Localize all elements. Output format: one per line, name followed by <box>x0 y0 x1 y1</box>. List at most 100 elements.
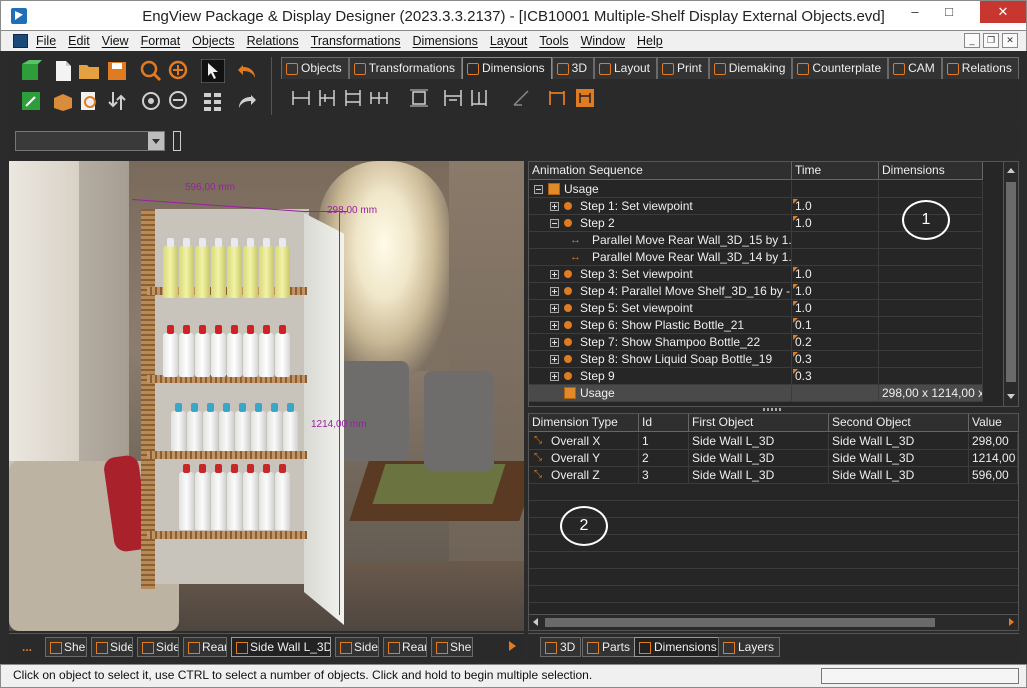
tab-relations[interactable]: Relations <box>941 57 1019 79</box>
animation-row[interactable]: Step 7: Show Shampoo Bottle_22 0.2 <box>529 334 983 351</box>
time-cell[interactable]: 0.3 <box>792 351 879 368</box>
tab-3d[interactable]: 3D <box>551 57 594 79</box>
animation-scrollbar[interactable] <box>1003 162 1018 406</box>
tab-side[interactable]: Side <box>91 637 133 657</box>
redo-icon[interactable] <box>235 89 259 113</box>
menu-window[interactable]: Window <box>581 34 632 48</box>
column-dimension-type[interactable]: Dimension Type <box>529 414 639 432</box>
more-tabs-button[interactable]: ... <box>13 637 41 657</box>
preview-icon[interactable] <box>77 89 101 113</box>
column-id[interactable]: Id <box>639 414 689 432</box>
menu-file[interactable]: File <box>36 34 63 48</box>
tab-3d-panel[interactable]: 3D <box>540 637 582 657</box>
time-cell[interactable]: 1.0 <box>792 198 879 215</box>
column-first-object[interactable]: First Object <box>689 414 829 432</box>
tab-layers[interactable]: Layers <box>718 637 781 657</box>
tab-side[interactable]: Side <box>137 637 179 657</box>
tab-counterplate[interactable]: Counterplate <box>792 57 889 79</box>
dimensions-hscrollbar[interactable] <box>529 614 1018 630</box>
zoom-icon[interactable] <box>139 59 163 83</box>
expand-icon[interactable] <box>550 338 559 347</box>
next-tab-icon[interactable] <box>509 641 516 651</box>
zoom-out-icon[interactable] <box>167 89 191 113</box>
expand-icon[interactable] <box>550 321 559 330</box>
scroll-thumb[interactable] <box>1006 182 1016 382</box>
tab-side[interactable]: Side <box>335 637 379 657</box>
minimize-button[interactable]: – <box>900 1 930 23</box>
vertical-dimension-icon[interactable] <box>317 88 337 108</box>
menu-objects[interactable]: Objects <box>192 34 241 48</box>
tab-objects[interactable]: Objects <box>281 57 349 79</box>
menu-transformations[interactable]: Transformations <box>311 34 408 48</box>
menu-format[interactable]: Format <box>141 34 188 48</box>
tab-rear[interactable]: Rear <box>383 637 427 657</box>
baseline-dimension-icon[interactable] <box>443 88 463 108</box>
overall-dimension-icon[interactable] <box>409 88 429 108</box>
table-row[interactable]: ⤡ Overall Y 2 Side Wall L_3D Side Wall L_3D 1… <box>529 450 1018 467</box>
liquid-soap-bottles[interactable] <box>179 464 290 530</box>
animation-row[interactable]: Usage <box>529 181 983 198</box>
scroll-right-icon[interactable] <box>1009 618 1014 626</box>
document-icon[interactable] <box>13 34 28 48</box>
time-cell[interactable]: 0.1 <box>792 317 879 334</box>
horizontal-dimension-icon[interactable] <box>291 88 311 108</box>
parallel-dimension-icon[interactable] <box>343 88 363 108</box>
select-pointer-icon[interactable] <box>201 59 225 83</box>
3d-dimension-icon[interactable] <box>547 88 567 108</box>
save-icon[interactable] <box>105 59 129 83</box>
chain-dimension-icon[interactable] <box>369 88 389 108</box>
scroll-down-icon[interactable] <box>1007 394 1015 399</box>
time-cell[interactable]: 0.2 <box>792 334 879 351</box>
expand-icon[interactable] <box>550 355 559 364</box>
table-row[interactable]: ⤡ Overall X 1 Side Wall L_3D Side Wall L_3D 2… <box>529 433 1018 450</box>
tab-rear[interactable]: Rear <box>183 637 227 657</box>
expand-icon[interactable] <box>550 304 559 313</box>
table-row[interactable]: ⤡ Overall Z 3 Side Wall L_3D Side Wall L_3D 5… <box>529 467 1018 484</box>
animation-row[interactable]: Step 3: Set viewpoint 1.0 <box>529 266 983 283</box>
swap-icon[interactable] <box>105 89 129 113</box>
height-dimension-line[interactable] <box>339 213 340 615</box>
mdi-close-button[interactable]: ✕ <box>1002 33 1018 48</box>
expand-icon[interactable] <box>550 372 559 381</box>
column-value[interactable]: Value <box>969 414 1018 432</box>
time-cell[interactable] <box>792 249 879 266</box>
expand-icon[interactable] <box>550 202 559 211</box>
menu-layout[interactable]: Layout <box>490 34 535 48</box>
time-cell[interactable]: 1.0 <box>792 300 879 317</box>
collapse-icon[interactable] <box>534 185 543 194</box>
tab-shelf[interactable]: Shelf <box>45 637 87 657</box>
tab-diemaking[interactable]: Diemaking <box>708 57 793 79</box>
collapse-icon[interactable] <box>550 219 559 228</box>
time-cell[interactable] <box>792 385 879 402</box>
angle-dimension-icon[interactable] <box>511 88 531 108</box>
maximize-button[interactable]: □ <box>934 1 964 23</box>
column-second-object[interactable]: Second Object <box>829 414 969 432</box>
zoom-in-icon[interactable] <box>167 59 191 83</box>
tab-shelf[interactable]: Shel <box>431 637 473 657</box>
animation-row[interactable]: Step 8: Show Liquid Soap Bottle_19 0.3 <box>529 351 983 368</box>
zoom-fit-icon[interactable] <box>139 89 163 113</box>
menu-relations[interactable]: Relations <box>247 34 306 48</box>
animation-row[interactable]: Step 6: Show Plastic Bottle_21 0.1 <box>529 317 983 334</box>
new-2d-icon[interactable] <box>19 89 43 113</box>
column-animation-sequence[interactable]: Animation Sequence <box>529 162 792 180</box>
time-cell[interactable]: 1.0 <box>792 266 879 283</box>
scroll-left-icon[interactable] <box>533 618 538 626</box>
ordinate-dimension-icon[interactable] <box>469 88 489 108</box>
plastic-bottles[interactable] <box>163 325 290 377</box>
time-cell[interactable] <box>792 181 879 198</box>
expand-icon[interactable] <box>550 287 559 296</box>
auto-dimension-icon[interactable] <box>575 88 595 108</box>
column-dimensions[interactable]: Dimensions <box>879 162 983 180</box>
menu-edit[interactable]: Edit <box>68 34 97 48</box>
3d-viewport[interactable]: 596,00 mm 298,00 mm 1214,00 mm <box>9 161 524 631</box>
scroll-up-icon[interactable] <box>1007 168 1015 173</box>
new-3d-icon[interactable] <box>19 59 43 83</box>
animation-row[interactable]: Step 9 0.3 <box>529 368 983 385</box>
tab-transformations[interactable]: Transformations <box>348 57 462 79</box>
chevron-down-icon[interactable] <box>148 132 164 150</box>
column-time[interactable]: Time <box>792 162 879 180</box>
layer-combo[interactable] <box>15 131 165 151</box>
tab-cam[interactable]: CAM <box>888 57 942 79</box>
scroll-thumb[interactable] <box>545 618 935 627</box>
